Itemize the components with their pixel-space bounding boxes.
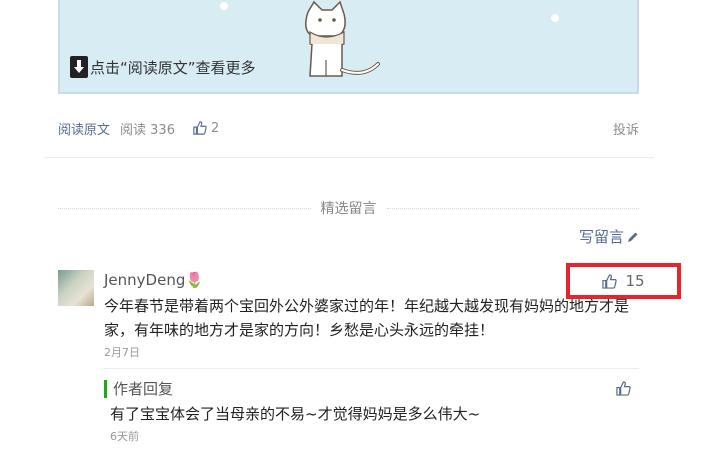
snowflake <box>551 14 559 22</box>
comment-like-count: 15 <box>625 272 645 290</box>
divider <box>104 368 639 369</box>
article-like-count: 2 <box>210 120 220 136</box>
article-banner: 点击“阅读原文”查看更多 <box>58 0 639 94</box>
thumbs-up-icon <box>193 121 207 135</box>
divider <box>44 157 654 158</box>
read-more-hint: 点击“阅读原文”查看更多 <box>70 56 256 78</box>
divider <box>386 207 639 209</box>
pencil-icon <box>628 232 638 242</box>
article-like-button[interactable]: 2 <box>193 121 219 136</box>
down-arrow-icon <box>70 56 88 78</box>
comments-section-title: 精选留言 <box>58 198 639 218</box>
author-reply-text: 有了宝宝体会了当母亲的不易~才觉得妈妈是多么伟大~ <box>110 405 481 423</box>
read-more-text: 点击“阅读原文”查看更多 <box>90 58 256 77</box>
read-original-link[interactable]: 阅读原文 <box>58 119 110 138</box>
snowflake <box>220 2 228 10</box>
article-meta: 阅读原文 阅读 336 2 投诉 <box>58 118 639 138</box>
author-reply-label: 作者回复 <box>104 380 173 398</box>
write-comment-label: 写留言 <box>578 228 624 246</box>
cat-illustration <box>305 0 380 77</box>
comments-title-text: 精选留言 <box>320 201 377 217</box>
divider <box>58 207 311 209</box>
avatar[interactable] <box>58 270 94 306</box>
write-comment-button[interactable]: 写留言 <box>579 226 639 247</box>
thumbs-up-icon <box>602 273 618 289</box>
report-link[interactable]: 投诉 <box>613 119 639 138</box>
reply-like-button[interactable] <box>616 381 631 400</box>
thumbs-up-icon <box>616 381 631 396</box>
comment-date: 2月7日 <box>104 346 140 359</box>
view-count: 阅读 336 <box>120 122 175 138</box>
comment-like-button[interactable]: 15 <box>566 263 681 299</box>
comment-nickname: JennyDeng🌷 <box>104 271 205 289</box>
comment-text: 今年春节是带着两个宝回外公外婆家过的年！年纪越大越发现有妈妈的地方才是家，有年味… <box>104 297 630 339</box>
author-reply-date: 6天前 <box>110 430 139 443</box>
